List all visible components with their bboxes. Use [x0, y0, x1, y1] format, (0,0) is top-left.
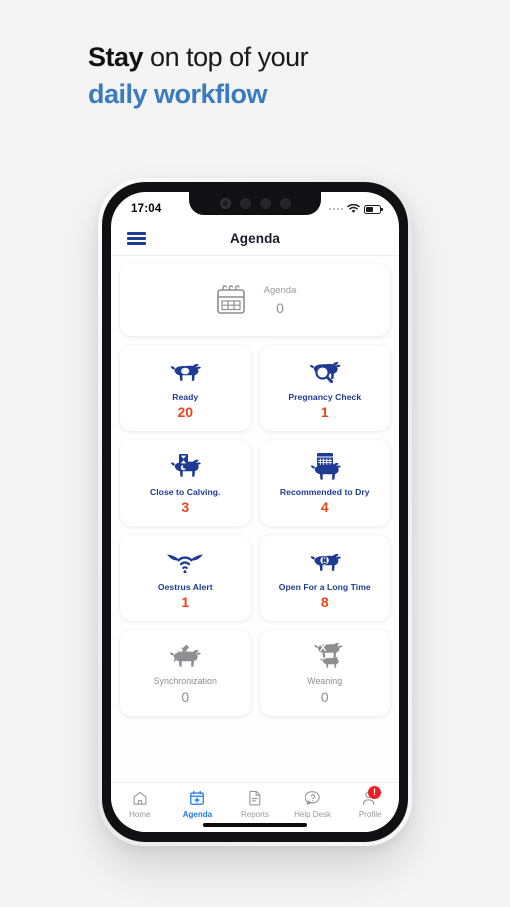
tile-oestrus-alert[interactable]: Oestrus Alert 1 — [120, 535, 251, 621]
agenda-summary-text: Agenda 0 — [264, 285, 297, 316]
sensor-dot-icon — [259, 197, 271, 209]
tile-label: Recommended to Dry — [279, 486, 370, 497]
nav-item-profile[interactable]: ! Profile — [341, 786, 399, 819]
tile-label: Pregnancy Check — [288, 391, 362, 402]
headline-emphasis: Stay — [88, 42, 144, 72]
headline-rest: on top of your — [143, 42, 309, 72]
nav-item-agenda[interactable]: Agenda — [169, 789, 227, 819]
wifi-icon — [347, 204, 360, 214]
headline-line-1: Stay on top of your — [88, 40, 448, 75]
tile-weaning[interactable]: Weaning 0 — [259, 630, 390, 716]
cow-clock-icon — [307, 546, 343, 580]
speaker-dot-icon — [279, 197, 291, 209]
document-icon — [247, 789, 263, 807]
phone-body: 17:04 Agenda Agenda 0 Ready 20 Pregnancy… — [102, 182, 408, 842]
home-icon — [132, 789, 148, 807]
tile-synchronization[interactable]: Synchronization 0 — [120, 630, 251, 716]
tile-label: Close to Calving. — [149, 486, 221, 497]
tile-close-to-calving[interactable]: Close to Calving. 3 — [120, 440, 251, 526]
battery-icon — [364, 204, 383, 214]
marketing-headline: Stay on top of your daily workflow — [88, 40, 448, 111]
agenda-summary-card[interactable]: Agenda 0 — [120, 264, 390, 336]
status-bar-indicators — [328, 204, 383, 214]
cow-magnifier-icon — [307, 356, 343, 390]
cow-calf-icon — [306, 640, 344, 674]
main-content: Agenda 0 Ready 20 Pregnancy Check 1 Clos… — [111, 256, 399, 782]
nav-item-reports[interactable]: Reports — [226, 789, 284, 819]
profile-alert-badge: ! — [367, 786, 381, 799]
tile-label: Open For a Long Time — [278, 581, 371, 592]
agenda-tile-grid: Ready 20 Pregnancy Check 1 Close to Calv… — [120, 345, 390, 716]
cow-calendar-icon — [307, 451, 343, 485]
tile-count: 8 — [320, 594, 329, 611]
cow-icon — [167, 356, 203, 390]
agenda-summary-count: 0 — [276, 299, 284, 316]
tile-label: Weaning — [307, 676, 343, 687]
hamburger-menu-icon[interactable] — [127, 232, 146, 245]
nav-label: Profile — [358, 810, 382, 819]
status-bar-time: 17:04 — [131, 203, 162, 215]
tile-label: Oestrus Alert — [157, 581, 213, 592]
tile-count: 1 — [181, 594, 190, 611]
cow-hourglass-icon — [167, 451, 203, 485]
tile-pregnancy-check[interactable]: Pregnancy Check 1 — [259, 345, 390, 431]
nav-label: Reports — [240, 810, 269, 819]
tile-ready[interactable]: Ready 20 — [120, 345, 251, 431]
signal-dots-icon — [328, 207, 343, 211]
sensor-dot-icon — [239, 197, 251, 209]
nav-label: Agenda — [182, 810, 213, 819]
tile-count: 4 — [320, 499, 329, 516]
headline-line-2: daily workflow — [88, 78, 268, 109]
nav-item-home[interactable]: Home — [111, 789, 169, 819]
nav-label: Help Desk — [294, 810, 332, 819]
phone-mockup: 17:04 Agenda Agenda 0 Ready 20 Pregnancy… — [98, 178, 412, 846]
tile-open-for-a-long-time[interactable]: Open For a Long Time 8 — [259, 535, 390, 621]
horns-signal-icon — [165, 546, 205, 580]
tile-label: Ready — [172, 391, 199, 402]
calendar-plus-icon — [189, 789, 205, 807]
home-indicator[interactable] — [203, 823, 307, 827]
tile-count: 0 — [181, 689, 190, 706]
calendar-icon — [214, 283, 248, 317]
front-camera-icon — [219, 197, 231, 209]
tile-count: 20 — [177, 404, 194, 421]
app-header: Agenda — [111, 222, 399, 256]
tile-count: 0 — [320, 689, 329, 706]
cow-syringe-icon — [166, 640, 204, 674]
phone-notch — [189, 192, 321, 215]
nav-label: Home — [129, 810, 151, 819]
tile-recommended-to-dry[interactable]: Recommended to Dry 4 — [259, 440, 390, 526]
phone-screen: 17:04 Agenda Agenda 0 Ready 20 Pregnancy… — [111, 192, 399, 832]
tile-label: Synchronization — [153, 676, 217, 687]
nav-item-help-desk[interactable]: Help Desk — [284, 789, 342, 819]
tile-count: 3 — [181, 499, 190, 516]
question-chat-icon — [304, 789, 321, 807]
tile-count: 1 — [320, 404, 329, 421]
agenda-summary-label: Agenda — [263, 284, 297, 296]
page-title: Agenda — [229, 231, 281, 246]
